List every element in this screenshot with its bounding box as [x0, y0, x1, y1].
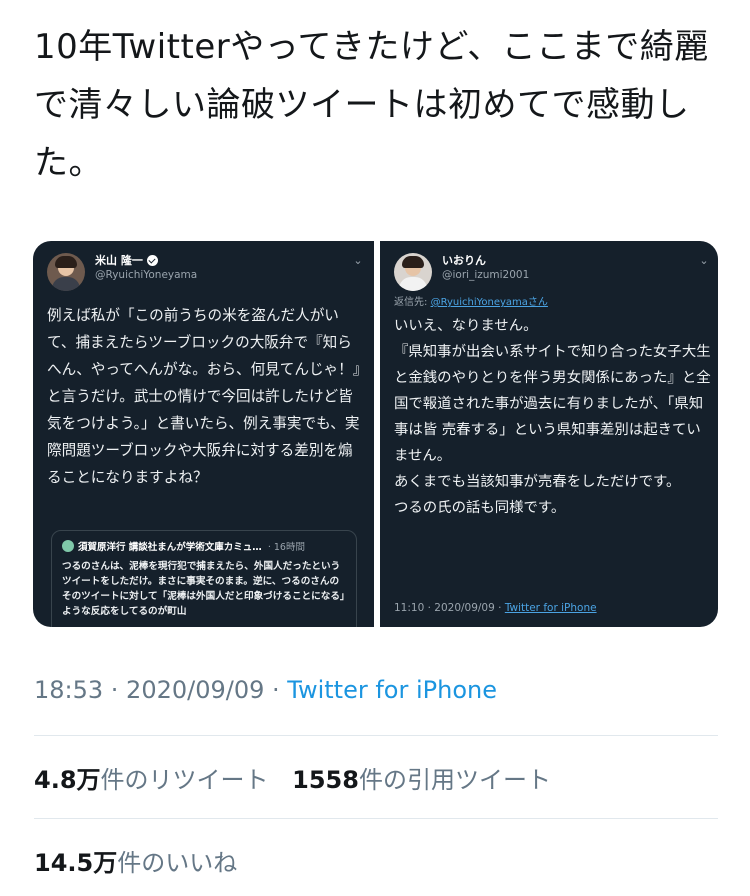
body-line: いいえ、なりません。: [394, 318, 538, 334]
quotes-count: 1558: [292, 766, 359, 794]
source-link: Twitter for iPhone: [504, 602, 597, 614]
quoted-tweet: 須賀原洋行 講談社まんが学術文庫カミュ… · 16時間 つるのさんは、泥棒を現行…: [51, 530, 357, 627]
display-name-text: いおりん: [442, 254, 486, 267]
chevron-down-icon: ⌄: [353, 254, 363, 267]
user-handle: @iori_izumi2001: [442, 269, 530, 281]
media-grid[interactable]: 米山 隆一 @RyuichiYoneyama ⌄ 例えば私が「この前うちの米を盗…: [33, 241, 718, 627]
display-name: いおりん: [442, 252, 486, 268]
likes-stat[interactable]: 14.5万件のいいね: [34, 849, 237, 877]
quotes-label: 件の引用ツイート: [358, 766, 551, 794]
tweet-text: 10年Twitterやってきたけど、ここまで綺麗で清々しい論破ツイートは初めてで…: [34, 27, 709, 183]
quoted-time: · 16時間: [267, 542, 305, 553]
user-handle: @RyuichiYoneyama: [95, 269, 198, 281]
replying-prefix: 返信先:: [394, 297, 431, 308]
likes-row: 14.5万件のいいね: [34, 843, 253, 878]
quotes-stat[interactable]: 1558件の引用ツイート: [292, 766, 551, 794]
retweets-count: 4.8万: [34, 766, 101, 794]
media-image-right[interactable]: いおりん @iori_izumi2001 ⌄ 返信先: @RyuichiYone…: [380, 241, 718, 627]
tweet-meta: 18:53 · 2020/09/09 · Twitter for iPhone: [34, 676, 497, 704]
quoted-author: 須賀原洋行 講談社まんが学術文庫カミュ…: [78, 542, 262, 553]
display-name-text: 米山 隆一: [95, 254, 143, 267]
body-line: 『県知事が出会い系サイトで知り合った女子大生と金銭のやりとりを伴う男女関係にあっ…: [394, 344, 711, 464]
tweet-time: 18:53 · 2020/09/09 ·: [34, 676, 288, 704]
tweet-body: いいえ、なりません。 『県知事が出会い系サイトで知り合った女子大生と金銭のやりと…: [394, 313, 712, 521]
tweet-timestamp: 11:10 · 2020/09/09 · Twitter for iPhone: [394, 602, 597, 614]
verified-badge-icon: [146, 254, 158, 266]
replying-mention: @RyuichiYoneyamaさん: [430, 297, 548, 308]
likes-count: 14.5万: [34, 849, 118, 877]
body-line: あくまでも当該知事が売春をしただけです。: [394, 474, 681, 490]
client-link[interactable]: Twitter for iPhone: [287, 676, 497, 704]
body-line: つるの氏の話も同様です。: [394, 500, 566, 516]
replying-to: 返信先: @RyuichiYoneyamaさん: [394, 293, 548, 308]
retweets-stat[interactable]: 4.8万件のリツイート: [34, 766, 269, 794]
avatar: [47, 253, 85, 291]
display-name: 米山 隆一: [95, 252, 158, 268]
stats-row: 4.8万件のリツイート 1558件の引用ツイート: [34, 760, 567, 795]
tweet-body: 例えば私が「この前うちの米を盗んだ人がいて、捕まえたらツーブロックの大阪弁で『知…: [47, 307, 361, 486]
media-image-left[interactable]: 米山 隆一 @RyuichiYoneyama ⌄ 例えば私が「この前うちの米を盗…: [33, 241, 374, 627]
chevron-down-icon: ⌄: [699, 254, 709, 267]
avatar: [62, 540, 74, 552]
avatar: [394, 253, 432, 291]
likes-label: 件のいいね: [117, 849, 238, 877]
retweets-label: 件のリツイート: [100, 766, 269, 794]
quoted-body: つるのさんは、泥棒を現行犯で捕まえたら、外国人だったというツイートをしただけ。ま…: [62, 561, 345, 617]
divider: [34, 735, 718, 736]
divider: [34, 818, 718, 819]
timestamp-text: 11:10 · 2020/09/09 ·: [394, 602, 505, 614]
